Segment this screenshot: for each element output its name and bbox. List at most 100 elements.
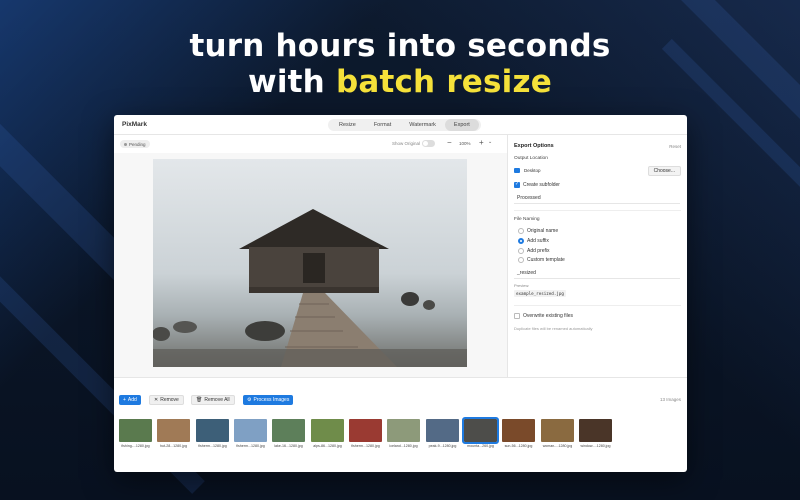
preview-toolbar: Pending Show Original − 100% + ⌄ [114,135,507,153]
remove-all-label: Remove All [204,397,230,403]
subfolder-name-field[interactable]: Processed [514,193,680,204]
thumbnail-image [157,419,190,442]
thumbnail-image [272,419,305,442]
thumbnail-name: lake-16...1280.jpg [274,444,303,448]
radio-add-prefix[interactable] [518,248,524,254]
thumbnail[interactable]: fisherm...1280.jpg [234,419,267,449]
tab-resize[interactable]: Resize [330,119,365,131]
thumbnail[interactable]: fisherm...1280.jpg [196,419,229,449]
thumbnail[interactable]: fisherm...1280.jpg [349,419,382,449]
thumbnail[interactable]: sun-56...1280.jpg [502,419,535,449]
choose-folder-button[interactable]: Choose... [647,166,681,176]
thumbnail-image [349,419,382,442]
process-label: Process Images [253,397,290,403]
image-canvas [114,153,507,377]
thumbnail-image [502,419,535,442]
preview-label: Preview: [514,283,530,288]
close-icon: ✕ [154,397,159,403]
radio-original-name-label: Original name [527,228,559,234]
output-location-row: Desktop Choose... [514,166,681,177]
image-count: 13 Images [659,397,681,402]
thumbnail[interactable]: hut-28...1280.jpg [157,419,190,449]
remove-label: Remove [160,397,179,403]
thumbnail[interactable]: iceland...1280.jpg [387,419,420,449]
thumbnail-name: alps-86...1280.jpg [313,444,342,448]
gear-icon: ⚙ [247,397,252,403]
radio-custom-template[interactable] [518,257,524,263]
overwrite-checkbox[interactable] [514,313,520,319]
status-dot-icon [124,142,127,146]
create-subfolder-checkbox[interactable] [514,181,520,188]
zoom-out-button[interactable]: − [447,138,452,147]
zoom-menu-chevron-icon[interactable]: ⌄ [488,139,492,145]
thumbnail-image [541,419,574,442]
thumbnail[interactable]: peak-9...1280.jpg [426,419,459,449]
remove-button[interactable]: ✕ Remove [149,395,184,405]
tab-watermark[interactable]: Watermark [400,119,445,131]
headline-line-1: turn hours into seconds [189,28,611,64]
thumbnail[interactable]: woman-...1280.jpg [541,419,574,449]
thumbnail-selected[interactable]: mounta...260.jpg [462,417,499,449]
thumbnail-name: peak-9...1280.jpg [428,444,457,448]
thumbnail-image [387,419,420,442]
overwrite-label: Overwrite existing files [523,313,574,319]
reset-button[interactable]: Reset [669,144,681,149]
panel-title: Export Options [514,143,554,149]
radio-custom-template-label: Custom template [527,257,565,263]
app-window: PixMark Resize Format Watermark Export P… [114,115,687,472]
thumbnail-name: hut-28...1280.jpg [160,444,187,448]
create-subfolder-label: Create subfolder [523,182,560,188]
show-original-toggle[interactable] [422,140,435,147]
thumbnail-name: mounta...260.jpg [467,444,494,448]
thumbnail-name: fisherm...1280.jpg [236,444,265,448]
boathouse-photo-icon [153,159,467,367]
remove-all-button[interactable]: 🗑 Remove All [191,395,235,405]
preview-filename: example_resized.jpg [514,290,566,297]
thumbnail-image [579,419,612,442]
tab-format[interactable]: Format [365,119,400,131]
thumbnail-image [462,417,499,444]
zoom-in-button[interactable]: + [479,138,484,147]
thumbnail-image [119,419,152,442]
file-naming-label: File Naming [514,217,540,222]
thumbnail[interactable]: window-...1280.jpg [579,419,612,449]
radio-add-suffix[interactable] [518,238,524,244]
overwrite-note: Duplicate files will be renamed automati… [514,326,593,331]
headline-prefix: with [248,64,336,100]
divider [514,305,681,306]
thumbnail-name: fisherm...1280.jpg [351,444,380,448]
thumbnail-name: woman-...1280.jpg [542,444,573,448]
thumbnail-name: sun-56...1280.jpg [504,444,533,448]
thumbnail-image [426,419,459,442]
image-queue: + Add ✕ Remove 🗑 Remove All ⚙ Process Images… [114,377,687,472]
export-options-panel: Export Options Reset Output Location Des… [508,135,687,377]
thumbnail-image [234,419,267,442]
zoom-level: 100% [459,141,471,146]
process-images-button[interactable]: ⚙ Process Images [243,395,294,405]
status-text: Pending [129,141,146,147]
thumbnail-name: fisherm...1280.jpg [198,444,227,448]
thumbnail[interactable]: fishing-...1280.jpg [119,419,152,449]
trash-icon: 🗑 [196,397,203,403]
output-folder-name: Desktop [524,168,541,173]
plus-icon: + [123,397,126,403]
thumbnail-image [311,419,344,442]
app-name: PixMark [122,121,147,128]
preview-image [153,159,467,367]
thumbnail-image [196,419,229,442]
thumbnail[interactable]: lake-16...1280.jpg [272,419,305,449]
add-label: Add [127,397,137,403]
add-button[interactable]: + Add [119,395,141,405]
thumbnail[interactable]: alps-86...1280.jpg [311,419,344,449]
thumbnail-name: window-...1280.jpg [580,444,611,448]
status-badge: Pending [120,140,150,148]
radio-original-name[interactable] [518,228,524,234]
headline-line-2: with batch resize [0,64,800,100]
tab-export[interactable]: Export [444,119,479,131]
thumbnail-name: iceland...1280.jpg [389,444,418,448]
mode-tabs: Resize Format Watermark Export [328,119,481,131]
radio-add-suffix-label: Add suffix [527,238,549,244]
radio-add-prefix-label: Add prefix [527,248,550,254]
marketing-headline: turn hours into seconds with batch resiz… [0,28,800,100]
suffix-field[interactable]: _resized [514,268,680,279]
